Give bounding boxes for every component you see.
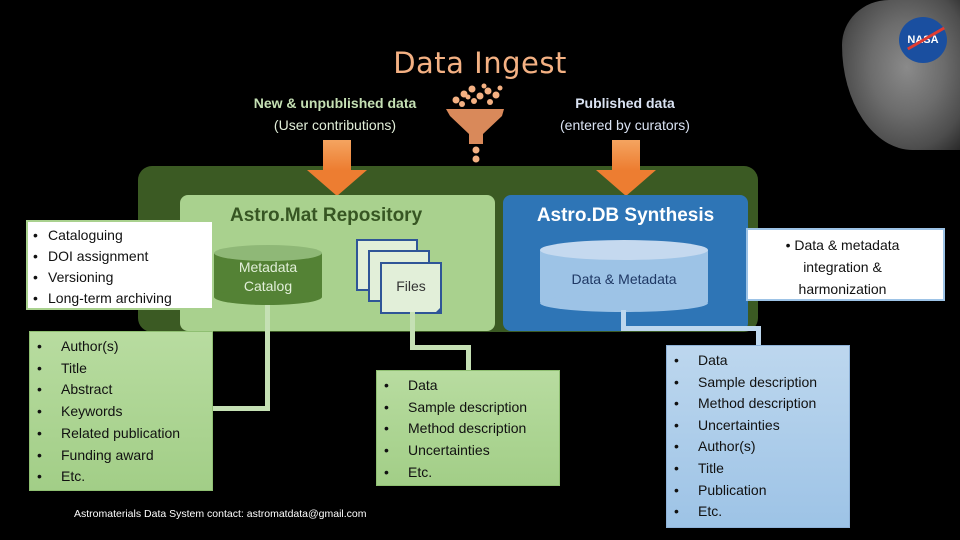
source-left-title: New & unpublished data — [253, 95, 417, 111]
connector-line — [621, 326, 761, 331]
synthesis-function-line: • Data & metadata — [785, 237, 900, 253]
source-new-unpublished: New & unpublished data (User contributio… — [230, 92, 440, 136]
source-left-subtitle: (User contributions) — [273, 117, 397, 133]
list-item: Title — [667, 458, 849, 480]
files-label: Files — [396, 278, 426, 294]
list-item: Versioning — [28, 267, 212, 288]
footer-contact: Astromaterials Data System contact: astr… — [74, 508, 367, 520]
list-item: Etc. — [30, 466, 212, 488]
down-arrow-icon — [596, 140, 656, 196]
metadata-fields-box: Author(s) Title Abstract Keywords Relate… — [29, 331, 213, 491]
list-item: Etc. — [377, 462, 559, 484]
source-right-subtitle: (entered by curators) — [560, 117, 690, 133]
list-item: Author(s) — [667, 436, 849, 458]
list-item: Data — [377, 375, 559, 397]
synthesis-title: Astro.DB Synthesis — [536, 205, 715, 226]
list-item: Abstract — [30, 379, 212, 401]
connector-line — [756, 326, 761, 346]
file-contents-box: Data Sample description Method descripti… — [376, 370, 560, 486]
metadata-catalog-database-icon: Metadata Catalog — [214, 245, 322, 305]
list-item: Uncertainties — [667, 415, 849, 437]
synthesis-function-line: integration & — [803, 259, 882, 275]
list-item: Data — [667, 350, 849, 372]
funnel-icon — [446, 83, 504, 163]
synthesis-function-line: harmonization — [798, 281, 887, 297]
synthesis-function-box: • Data & metadata integration & harmoniz… — [746, 228, 945, 301]
data-metadata-database-icon: Data & Metadata — [540, 240, 708, 312]
synthesis-contents-box: Data Sample description Method descripti… — [666, 345, 850, 528]
catalog-label-line1: Metadata — [238, 259, 298, 275]
connector-line — [410, 345, 470, 350]
list-item: Method description — [377, 418, 559, 440]
list-item: Keywords — [30, 401, 212, 423]
list-item: Related publication — [30, 423, 212, 445]
list-item: Cataloguing — [28, 225, 212, 246]
repository-functions-box: Cataloguing DOI assignment Versioning Lo… — [26, 220, 214, 310]
list-item: Uncertainties — [377, 440, 559, 462]
down-arrow-icon — [307, 140, 367, 196]
list-item: Publication — [667, 480, 849, 502]
source-right-title: Published data — [575, 95, 675, 111]
source-published: Published data (entered by curators) — [530, 92, 720, 136]
connector-line — [213, 406, 270, 411]
list-item: Etc. — [667, 501, 849, 523]
database-label: Data & Metadata — [571, 271, 677, 287]
list-item: Sample description — [667, 372, 849, 394]
list-item: Method description — [667, 393, 849, 415]
list-item: Title — [30, 358, 212, 380]
files-icon: Files — [380, 262, 442, 314]
page-title: Data Ingest — [393, 46, 567, 80]
list-item: Sample description — [377, 397, 559, 419]
repository-title: Astro.Mat Repository — [230, 205, 423, 226]
connector-line — [265, 305, 270, 410]
list-item: DOI assignment — [28, 246, 212, 267]
list-item: Funding award — [30, 445, 212, 467]
connector-line — [466, 345, 471, 371]
catalog-label-line2: Catalog — [243, 278, 293, 294]
list-item: Author(s) — [30, 336, 212, 358]
list-item: Long-term archiving — [28, 288, 212, 309]
